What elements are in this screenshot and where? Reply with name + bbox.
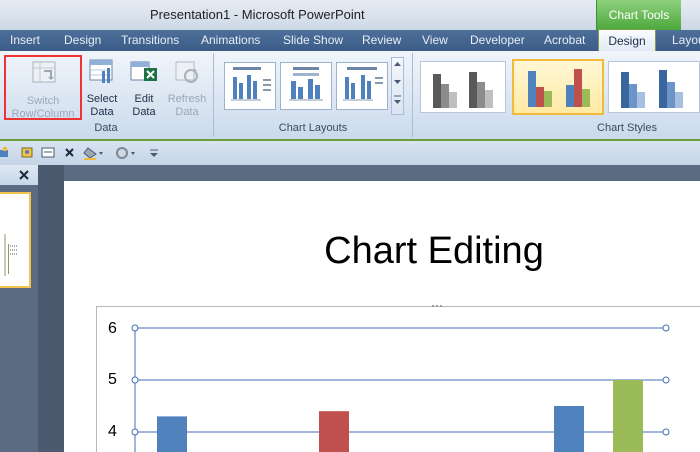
y-tick-label: 6: [108, 320, 117, 337]
switch-row-column-icon: [32, 61, 56, 83]
chart-layouts-group-label: Chart Layouts: [278, 122, 348, 134]
edit-data-icon: [130, 61, 157, 81]
switch-row-column-button[interactable]: Switch Row/Column: [4, 55, 82, 120]
text-box-icon: [41, 147, 55, 158]
chart-style-3[interactable]: [608, 61, 700, 113]
chart-style-3-icon: [621, 70, 683, 108]
edit-data-button[interactable]: Edit Data: [126, 55, 162, 120]
tab-chart-design[interactable]: Design: [598, 29, 656, 52]
chart-bar: [554, 406, 584, 452]
select-data-button[interactable]: Select Data: [84, 55, 120, 120]
select-data-label-2: Data: [90, 106, 114, 118]
chart-bar: [613, 380, 643, 452]
switch-row-column-label-1: Switch: [26, 95, 60, 107]
gridline-selection-handle: [131, 428, 139, 436]
tab-slide-show[interactable]: Slide Show: [283, 33, 343, 47]
title-bar: Presentation1 - Microsoft PowerPoint: [0, 0, 700, 30]
slide-thumbnail[interactable]: [0, 192, 31, 288]
chart-styles-group-label: Chart Styles: [597, 122, 657, 134]
tab-developer[interactable]: Developer: [470, 33, 525, 47]
outline-color-icon: [116, 147, 135, 159]
gallery-more-icon: [394, 62, 401, 104]
window-title: Presentation1 - Microsoft PowerPoint: [150, 7, 365, 22]
gridline-selection-handle: [662, 376, 670, 384]
data-group-label: Data: [94, 122, 118, 134]
chart-layout-2-icon: [289, 67, 323, 101]
quick-access-toolbar: [0, 141, 700, 165]
toolbar-icons: [0, 147, 158, 160]
gridline-selection-handle: [662, 324, 670, 332]
chart-elements-icon: [0, 147, 8, 157]
delete-icon: [65, 148, 74, 157]
group-separator: [412, 53, 413, 137]
fill-color-icon: [83, 147, 103, 160]
chart-layout-1-icon: [231, 67, 271, 101]
edit-data-label-2: Data: [132, 106, 156, 118]
select-data-icon: [89, 59, 113, 83]
switch-row-column-label-2: Row/Column: [11, 108, 75, 120]
chart-layout-3-icon: [343, 67, 383, 101]
tab-transitions[interactable]: Transitions: [121, 33, 179, 47]
chart-tools-context-tab: Chart Tools: [596, 0, 681, 30]
chart-layouts-scroll[interactable]: [391, 57, 404, 115]
chart-style-1[interactable]: [420, 61, 506, 113]
tab-acrobat[interactable]: Acrobat: [544, 33, 585, 47]
slide-title[interactable]: Chart Editing: [64, 230, 700, 273]
tab-review[interactable]: Review: [362, 33, 401, 47]
refresh-data-button[interactable]: Refresh Data: [165, 55, 209, 120]
refresh-data-label-1: Refresh: [167, 93, 207, 105]
chart-style-1-icon: [433, 72, 493, 108]
refresh-data-icon: [175, 61, 198, 83]
workspace-border: [38, 165, 64, 452]
gridline-selection-handle: [131, 376, 139, 384]
y-tick-label: 5: [108, 371, 117, 388]
gridline-selection-handle: [131, 324, 139, 332]
group-separator: [213, 53, 214, 137]
chart-layout-2[interactable]: [280, 62, 332, 110]
refresh-data-label-2: Data: [175, 106, 199, 118]
chart-layout-1[interactable]: [224, 62, 276, 110]
edit-data-label-1: Edit: [134, 93, 154, 105]
chart-bar: [319, 411, 349, 452]
customize-toolbar-icon: [150, 149, 158, 157]
chart-style-2-selected[interactable]: [512, 59, 604, 115]
format-selection-icon: [21, 147, 33, 158]
chart-bar: [157, 416, 187, 452]
tab-insert[interactable]: Insert: [10, 33, 40, 47]
tab-view[interactable]: View: [422, 33, 448, 47]
chart-style-2-icon: [528, 69, 590, 107]
chart-plot-area: [131, 324, 670, 452]
slide-thumbnail-chart-icon: [4, 234, 18, 276]
chart-layout-3[interactable]: [336, 62, 388, 110]
ribbon-tab-row: Insert Design Transitions Animations Sli…: [0, 30, 700, 51]
y-tick-label: 4: [108, 423, 117, 440]
tab-layout[interactable]: Layou: [672, 33, 700, 47]
select-data-label-1: Select: [86, 93, 118, 105]
close-pane-icon[interactable]: [18, 169, 30, 181]
gridline-selection-handle: [662, 428, 670, 436]
slides-pane-header: [0, 165, 38, 185]
tab-animations[interactable]: Animations: [201, 33, 260, 47]
tab-design-slide[interactable]: Design: [64, 33, 101, 47]
